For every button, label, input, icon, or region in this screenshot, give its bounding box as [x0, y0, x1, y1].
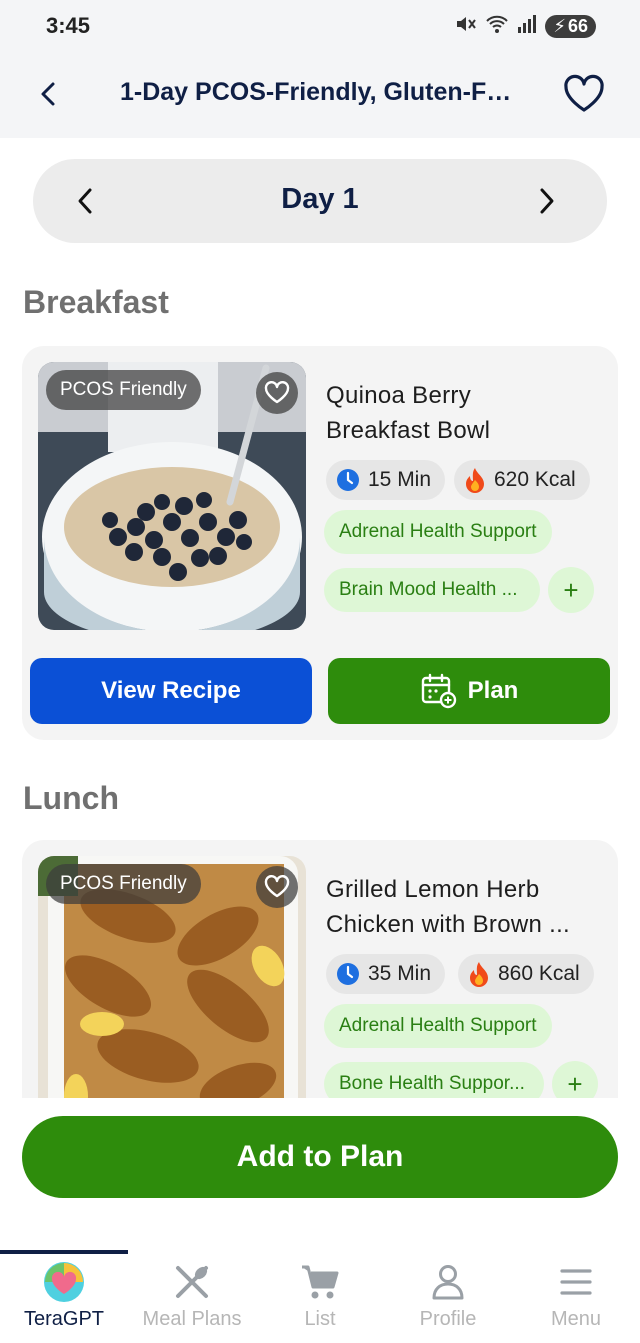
- day-selector: Day 1: [33, 159, 607, 243]
- flame-icon: [470, 962, 488, 987]
- fork-knife-icon: [170, 1260, 214, 1304]
- more-tags-button[interactable]: +: [548, 567, 594, 613]
- heart-icon: [564, 74, 604, 112]
- flame-icon: [466, 468, 484, 493]
- nav-menu[interactable]: Menu: [512, 1260, 640, 1340]
- tag-adrenal-health[interactable]: Adrenal Health Support: [324, 1004, 552, 1048]
- recipe-image[interactable]: PCOS Friendly: [38, 856, 306, 1098]
- more-tags-button[interactable]: +: [552, 1061, 598, 1098]
- cook-time: 15 Min: [368, 468, 432, 491]
- nav-label: Menu: [550, 1308, 602, 1330]
- recipe-image[interactable]: PCOS Friendly: [38, 362, 306, 630]
- status-icons: ⚡ 66: [455, 14, 596, 39]
- bottom-navigation: TeraGPT Meal Plans List Profile Menu: [0, 1250, 640, 1343]
- nav-list[interactable]: List: [256, 1260, 384, 1340]
- recipe-title[interactable]: Grilled Lemon Herb Chicken with Brown ..…: [326, 872, 606, 942]
- cook-time: 35 Min: [368, 962, 432, 985]
- person-icon: [426, 1260, 470, 1304]
- card-favorite-button[interactable]: [256, 372, 298, 414]
- page-title: 1-Day PCOS-Friendly, Gluten-Free ...: [120, 78, 520, 106]
- card-favorite-button[interactable]: [256, 866, 298, 908]
- signal-icon: [517, 15, 537, 38]
- pcos-friendly-badge: PCOS Friendly: [46, 370, 201, 410]
- section-title-lunch: Lunch: [23, 780, 119, 816]
- clock-icon: [337, 963, 359, 985]
- nav-label: Profile: [419, 1308, 477, 1330]
- cart-icon: [298, 1260, 342, 1304]
- nav-meal-plans[interactable]: Meal Plans: [128, 1260, 256, 1340]
- calendar-add-icon: [421, 673, 456, 709]
- next-day-button[interactable]: [527, 181, 567, 221]
- day-label: Day 1: [281, 183, 359, 215]
- tag-brain-mood-health[interactable]: Brain Mood Health ...: [324, 568, 540, 612]
- recipe-title-line1: Quinoa Berry: [326, 382, 471, 409]
- scroll-viewport[interactable]: PCOS Friendly Grilled Lemon Herb Chicken…: [0, 840, 640, 1098]
- wifi-icon: [485, 14, 509, 39]
- chevron-right-icon: [540, 188, 554, 214]
- battery-indicator: ⚡ 66: [545, 15, 596, 38]
- recipe-title-line2: Breakfast Bowl: [326, 417, 491, 444]
- active-tab-indicator: [0, 1250, 128, 1254]
- bolt-icon: ⚡: [553, 16, 566, 36]
- back-button[interactable]: [30, 74, 66, 114]
- nav-teragpt[interactable]: TeraGPT: [0, 1260, 128, 1340]
- calories-pill: 860 Kcal: [458, 954, 594, 994]
- cook-time-pill: 15 Min: [326, 460, 446, 500]
- clock-icon: [337, 469, 359, 491]
- nav-label: Meal Plans: [142, 1308, 242, 1330]
- recipe-title-line1: Grilled Lemon Herb: [326, 876, 540, 903]
- status-bar: 3:45 ⚡ 66: [0, 0, 640, 52]
- heart-outline-icon: [264, 381, 290, 404]
- section-title-breakfast: Breakfast: [23, 284, 169, 320]
- plan-button[interactable]: Plan: [328, 658, 610, 724]
- meal-card-lunch: PCOS Friendly Grilled Lemon Herb Chicken…: [22, 840, 618, 1098]
- nav-label: List: [304, 1308, 336, 1330]
- heart-outline-icon: [264, 875, 290, 898]
- app-header: 1-Day PCOS-Friendly, Gluten-Free ...: [0, 52, 640, 138]
- mute-icon: [455, 14, 477, 39]
- calories: 860 Kcal: [498, 962, 580, 985]
- recipe-title-line2: Chicken with Brown ...: [326, 911, 571, 938]
- battery-level: 66: [567, 16, 588, 36]
- hamburger-icon: [554, 1260, 598, 1304]
- teragpt-logo-icon: [42, 1260, 86, 1304]
- meal-card-breakfast: PCOS Friendly Quinoa Berry Breakfast Bow…: [22, 346, 618, 740]
- calories: 620 Kcal: [494, 468, 576, 491]
- add-to-plan-button[interactable]: Add to Plan: [22, 1116, 618, 1198]
- view-recipe-button[interactable]: View Recipe: [30, 658, 312, 724]
- tag-bone-health[interactable]: Bone Health Suppor...: [324, 1062, 544, 1098]
- nav-label: TeraGPT: [23, 1308, 105, 1330]
- plan-button-label: Plan: [467, 677, 519, 704]
- recipe-title[interactable]: Quinoa Berry Breakfast Bowl: [326, 378, 606, 448]
- back-arrow-icon: [41, 82, 55, 106]
- calories-pill: 620 Kcal: [454, 460, 590, 500]
- status-time: 3:45: [46, 13, 91, 38]
- pcos-friendly-badge: PCOS Friendly: [46, 864, 201, 904]
- favorite-button[interactable]: [562, 72, 606, 116]
- tag-adrenal-health[interactable]: Adrenal Health Support: [324, 510, 552, 554]
- cook-time-pill: 35 Min: [326, 954, 446, 994]
- nav-profile[interactable]: Profile: [384, 1260, 512, 1340]
